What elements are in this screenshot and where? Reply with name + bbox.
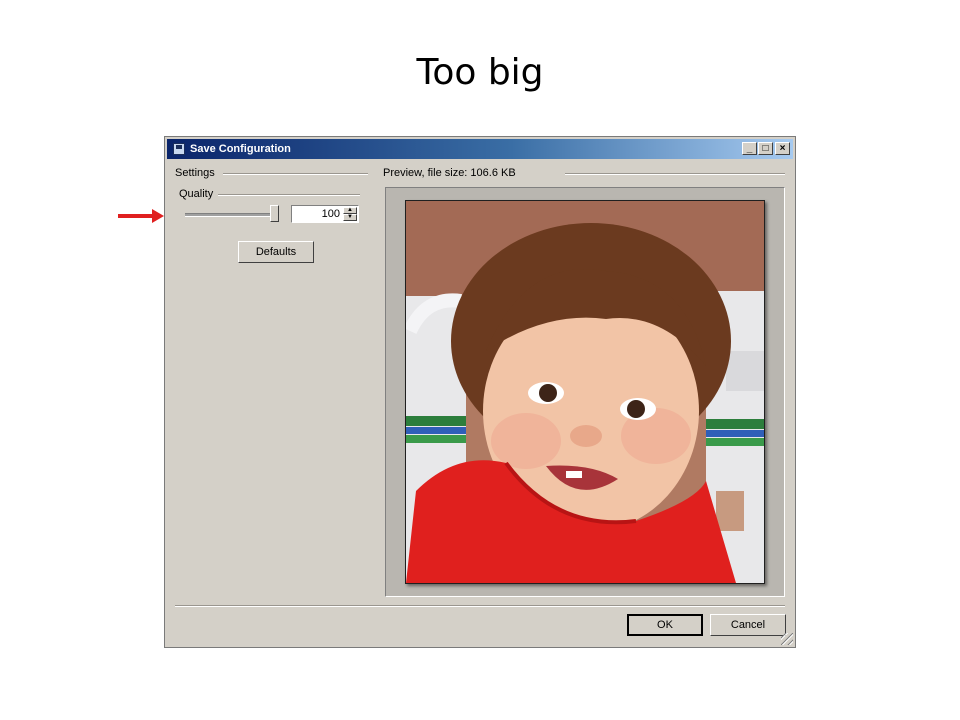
quality-value: 100 <box>321 208 340 220</box>
resize-grip[interactable] <box>781 633 793 645</box>
quality-spinbox[interactable]: 100 ▲ ▼ <box>291 205 359 223</box>
bottom-separator <box>175 605 785 607</box>
cancel-button[interactable]: Cancel <box>710 614 786 636</box>
floppy-disk-icon <box>173 143 185 155</box>
quality-slider-thumb[interactable] <box>270 205 279 222</box>
preview-file-size-label: Preview, file size: 106.6 KB <box>383 167 516 179</box>
quality-annotation-arrow <box>118 209 164 223</box>
slide-title: Too big <box>416 52 544 93</box>
preview-frame <box>385 187 785 597</box>
ok-button[interactable]: OK <box>627 614 703 636</box>
maximize-button[interactable]: □ <box>758 142 773 155</box>
dialog-title: Save Configuration <box>190 143 291 155</box>
quality-group-label: Quality <box>179 188 214 200</box>
quality-divider <box>218 194 360 196</box>
settings-group-label: Settings <box>175 167 215 179</box>
quality-slider-track[interactable] <box>185 213 279 217</box>
minimize-button[interactable]: _ <box>742 142 757 155</box>
settings-divider <box>223 173 368 175</box>
preview-photo <box>405 200 765 584</box>
title-bar[interactable]: Save Configuration _ □ × <box>167 139 793 159</box>
preview-divider <box>565 173 785 175</box>
spin-down-button[interactable]: ▼ <box>343 214 357 221</box>
spin-up-button[interactable]: ▲ <box>343 207 357 214</box>
close-button[interactable]: × <box>775 142 790 155</box>
save-configuration-dialog: Save Configuration _ □ × Settings Qualit… <box>164 136 796 648</box>
defaults-button[interactable]: Defaults <box>238 241 314 263</box>
